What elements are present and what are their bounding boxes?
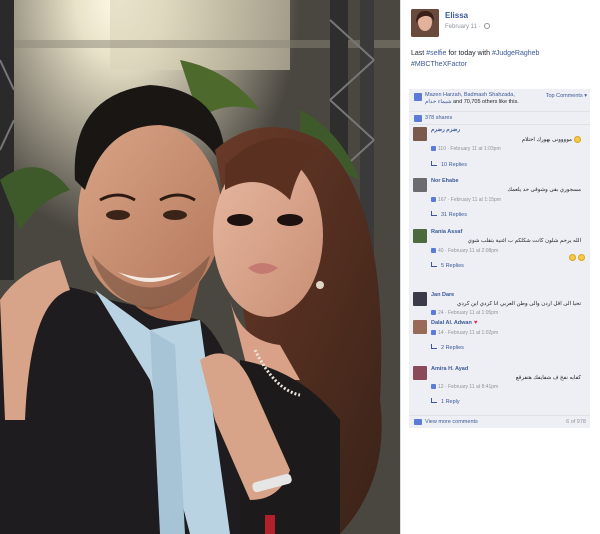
smile-emoji-icon xyxy=(569,254,576,261)
commenter-avatar[interactable] xyxy=(413,229,427,243)
comment-text: تحيا الى اقل اردن والى وطن العربي انا كر… xyxy=(457,301,581,307)
reply-arrow-icon xyxy=(431,398,437,403)
commenter-name[interactable]: Amira H. Ayad xyxy=(431,366,468,372)
commenter-avatar[interactable] xyxy=(413,178,427,192)
commenter-name[interactable]: رضرم رضرم xyxy=(431,127,460,133)
emoji-group xyxy=(567,246,585,264)
caption-text-1: Last xyxy=(411,50,427,57)
comment-text: كفايه نفخ ف شفايفك هتفرقع xyxy=(515,375,581,381)
reply-arrow-icon xyxy=(431,211,437,216)
view-replies-link[interactable]: 1 Reply xyxy=(431,398,460,405)
like-icon[interactable] xyxy=(431,384,436,389)
hashtag-judgeragheb[interactable]: #JudgeRagheb xyxy=(492,50,540,57)
likes-names-2[interactable]: شيماء خدام xyxy=(425,99,451,105)
comment-meta-text: 12 · February 11 at 8:41pm xyxy=(438,384,499,390)
like-icon[interactable] xyxy=(431,310,436,315)
likes-names[interactable]: Mazen Harzah, Badmash Shahzada, xyxy=(425,92,515,98)
reply-arrow-icon xyxy=(431,161,437,166)
shares-row: 378 shares xyxy=(409,112,590,125)
post-header: Elissa February 11 · xyxy=(411,9,596,41)
post-date-text: February 11 · xyxy=(445,24,483,30)
commenter-avatar[interactable] xyxy=(413,127,427,141)
grin-emoji-icon xyxy=(578,254,585,261)
comment-meta: 167 · February 11 at 1:15pm xyxy=(431,197,501,203)
comment-meta: 24 · February 11 at 1:05pm xyxy=(431,310,498,316)
post-photo[interactable] xyxy=(0,0,400,534)
comment-meta-text: 40 · February 11 at 2:08pm xyxy=(438,248,499,254)
like-icon[interactable] xyxy=(431,197,436,202)
comment-meta-text: 14 · February 11 at 1:02pm xyxy=(438,330,499,336)
likes-others[interactable]: and 70,705 others like this. xyxy=(451,99,519,105)
share-icon xyxy=(414,115,422,122)
commenter-avatar[interactable] xyxy=(413,366,427,380)
comment-text: موووونى بهورك اختلام xyxy=(431,136,581,144)
commenter-name[interactable]: Jan Dare xyxy=(431,292,454,298)
post-date[interactable]: February 11 · xyxy=(445,23,491,30)
comment-meta-text: 110 · February 11 at 1:03pm xyxy=(438,146,501,152)
comment-meta: 40 · February 11 at 2:08pm xyxy=(431,248,498,254)
view-more-comments-link[interactable]: View more comments xyxy=(425,419,478,425)
like-icon[interactable] xyxy=(431,248,436,253)
replies-count: 2 Replies xyxy=(441,345,464,351)
comment-meta: 110 · February 11 at 1:03pm xyxy=(431,146,501,152)
post-viewer: Elissa February 11 · Last #selfie for to… xyxy=(0,0,600,534)
caption-text-2: for today with xyxy=(446,50,492,57)
commenter-avatar[interactable] xyxy=(413,320,427,334)
likes-summary: Mazen Harzah, Badmash Shahzada, شيماء خد… xyxy=(409,89,590,112)
commenter-name[interactable]: Rania Assaf xyxy=(431,229,462,235)
heart-icon: ♥ xyxy=(473,320,478,326)
comment-icon xyxy=(414,419,422,425)
view-replies-link[interactable]: 10 Replies xyxy=(431,161,467,168)
post-caption: Last #selfie for today with #JudgeRagheb… xyxy=(411,48,596,70)
reply-arrow-icon xyxy=(431,344,437,349)
view-replies-link[interactable]: 31 Replies xyxy=(431,211,467,218)
reply-arrow-icon xyxy=(431,262,437,267)
comments-count: 6 of 978 xyxy=(566,419,586,425)
comment-text-value: موووونى بهورك اختلام xyxy=(521,137,572,143)
like-icon[interactable] xyxy=(431,330,436,335)
comment-meta: 12 · February 11 at 8:41pm xyxy=(431,384,498,390)
comment-meta: 14 · February 11 at 1:02pm xyxy=(431,330,498,336)
comment-text: مسجوري بقى وشوقى حد يلعمك xyxy=(507,187,581,193)
commenter-name[interactable]: Dalal Al. Adwan ♥ xyxy=(431,320,477,326)
selfie-image xyxy=(0,0,400,534)
like-icon[interactable] xyxy=(431,146,436,151)
replies-count: 10 Replies xyxy=(441,162,467,168)
feedback-section: Mazen Harzah, Badmash Shahzada, شيماء خد… xyxy=(409,89,590,428)
top-comments-dropdown[interactable]: Top Comments ▾ xyxy=(546,93,587,99)
comment-text: الله يرحم شلون كانت شكلكم ب اغنية بتقلب … xyxy=(467,238,581,244)
commenter-avatar[interactable] xyxy=(413,292,427,306)
replies-count: 1 Reply xyxy=(441,399,460,405)
smile-emoji-icon xyxy=(574,136,581,143)
like-icon xyxy=(414,93,422,101)
hashtag-mbcthexfactor[interactable]: #MBCTheXFactor xyxy=(411,61,467,68)
likes-text[interactable]: Mazen Harzah, Badmash Shahzada, شيماء خد… xyxy=(425,92,543,106)
view-more-row: View more comments 6 of 978 xyxy=(409,415,590,428)
replies-count: 5 Replies xyxy=(441,263,464,269)
comment-meta-text: 24 · February 11 at 1:05pm xyxy=(438,310,499,316)
view-replies-link[interactable]: 5 Replies xyxy=(431,262,464,269)
comment-meta-text: 167 · February 11 at 1:15pm xyxy=(438,197,501,203)
author-name[interactable]: Elissa xyxy=(445,11,468,20)
hashtag-selfie[interactable]: #selfie xyxy=(426,50,446,57)
commenter-name[interactable]: Nor Ehabe xyxy=(431,178,459,184)
replies-count: 31 Replies xyxy=(441,212,467,218)
author-avatar[interactable] xyxy=(411,9,439,37)
shares-link[interactable]: 378 shares xyxy=(425,115,452,121)
globe-icon xyxy=(484,23,491,29)
author-avatar-image xyxy=(411,9,439,37)
view-replies-link[interactable]: 2 Replies xyxy=(431,344,464,351)
commenter-name-text: Dalal Al. Adwan xyxy=(431,320,472,326)
